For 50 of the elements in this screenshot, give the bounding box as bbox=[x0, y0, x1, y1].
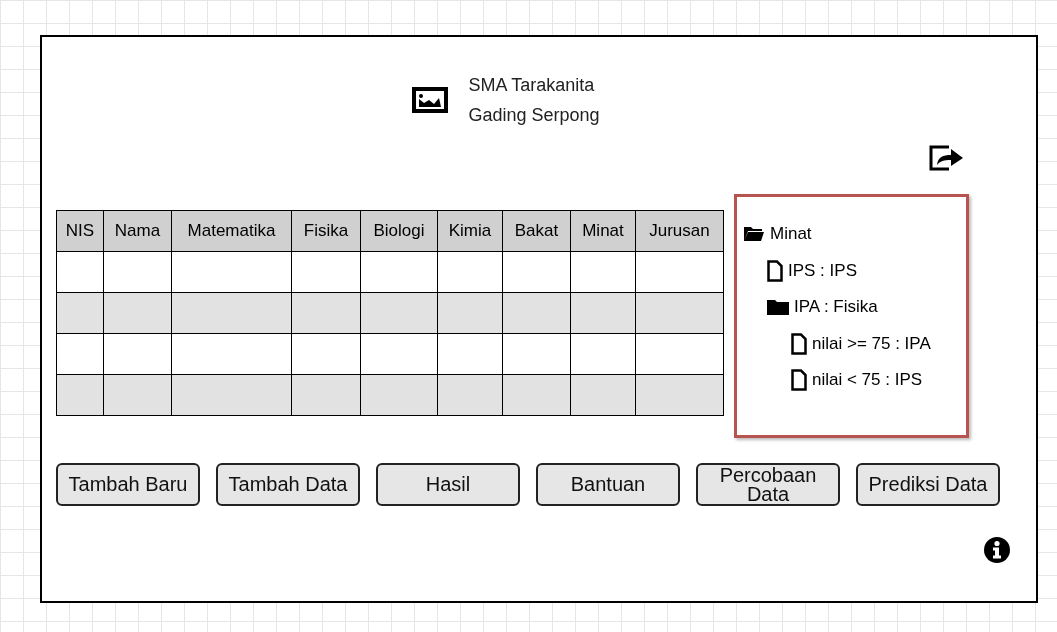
table-cell bbox=[502, 374, 571, 416]
column-header: Minat bbox=[570, 210, 636, 252]
action-button[interactable]: Tambah Data bbox=[216, 463, 360, 506]
action-button[interactable]: Bantuan bbox=[536, 463, 680, 506]
logout-icon[interactable] bbox=[929, 145, 965, 171]
table-cell bbox=[502, 251, 571, 293]
folder-icon bbox=[767, 299, 789, 316]
table-cell bbox=[291, 333, 361, 375]
table-cell bbox=[437, 333, 503, 375]
table-cell bbox=[291, 374, 361, 416]
file-icon bbox=[767, 259, 783, 282]
open-folder-icon bbox=[743, 226, 765, 243]
table-cell bbox=[103, 374, 172, 416]
tree-item[interactable]: nilai < 75 : IPS bbox=[812, 370, 923, 391]
column-header: NIS bbox=[56, 210, 104, 252]
school-name: SMA Tarakanita bbox=[468, 74, 596, 97]
info-icon[interactable] bbox=[983, 536, 1011, 564]
column-header: Biologi bbox=[360, 210, 438, 252]
table-cell bbox=[570, 333, 636, 375]
table-cell bbox=[291, 292, 361, 334]
table-cell bbox=[437, 374, 503, 416]
action-button[interactable]: Prediksi Data bbox=[856, 463, 1000, 506]
table-cell bbox=[103, 251, 172, 293]
action-button[interactable]: Tambah Baru bbox=[56, 463, 200, 506]
table-cell bbox=[437, 292, 503, 334]
table-cell bbox=[103, 333, 172, 375]
tree-item[interactable]: IPA : Fisika bbox=[794, 297, 878, 318]
tree-item[interactable]: nilai >= 75 : IPA bbox=[812, 333, 931, 354]
column-header: Bakat bbox=[502, 210, 571, 252]
table-cell bbox=[570, 292, 636, 334]
file-icon bbox=[791, 369, 807, 392]
tree-item[interactable]: Minat bbox=[770, 224, 812, 245]
column-header: Kimia bbox=[437, 210, 503, 252]
table-cell bbox=[502, 333, 571, 375]
column-header: Fisika bbox=[291, 210, 361, 252]
table-cell bbox=[437, 251, 503, 293]
tree-item[interactable]: IPS : IPS bbox=[788, 260, 857, 281]
table-cell bbox=[502, 292, 571, 334]
school-name: Gading Serpong bbox=[468, 104, 600, 127]
table-cell bbox=[291, 251, 361, 293]
column-header: Matematika bbox=[171, 210, 292, 252]
table-cell bbox=[570, 374, 636, 416]
action-button[interactable]: Percobaan Data bbox=[696, 463, 840, 506]
table-cell bbox=[103, 292, 172, 334]
column-header: Nama bbox=[103, 210, 172, 252]
column-header: Jurusan bbox=[635, 210, 724, 252]
action-button[interactable]: Hasil bbox=[376, 463, 520, 506]
file-icon bbox=[791, 332, 807, 355]
table-cell bbox=[570, 251, 636, 293]
image-icon bbox=[412, 87, 449, 113]
